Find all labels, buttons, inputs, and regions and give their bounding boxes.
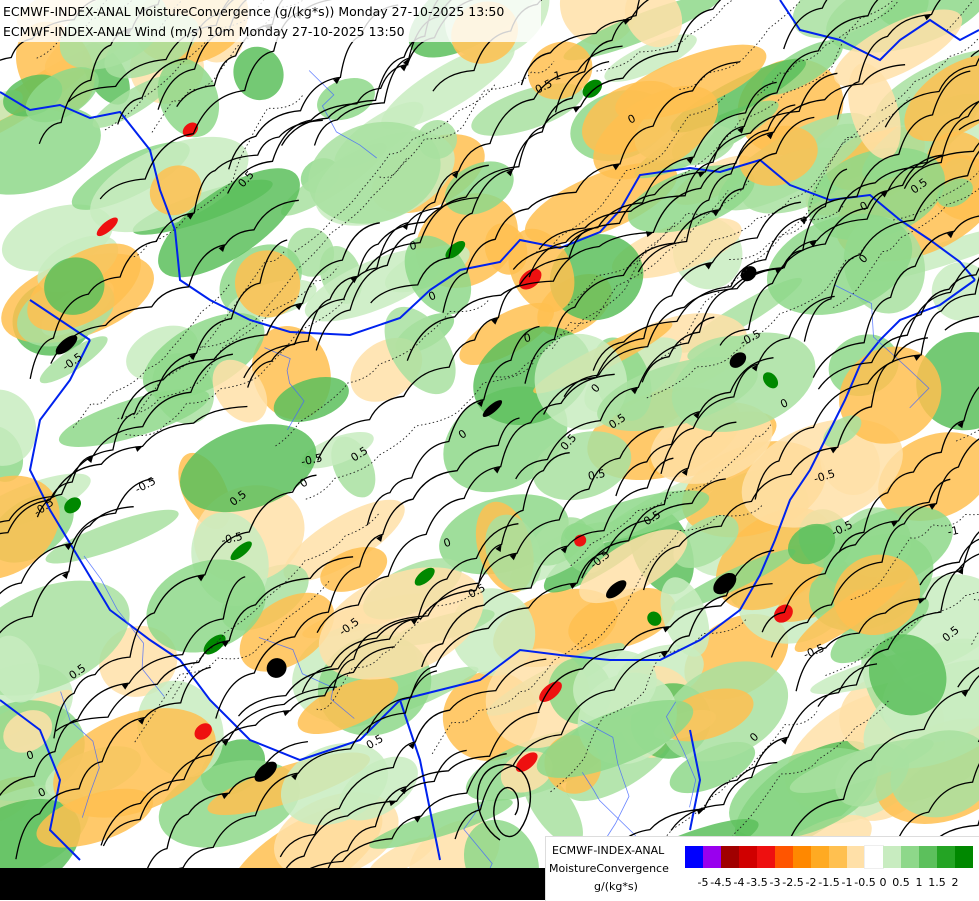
legend-tick-label: -5 (698, 876, 709, 889)
legend-swatch (685, 846, 703, 868)
field-patch (0, 378, 48, 478)
moisture-convergence-map: 00.5-0.51-10.50-0.500.5-0.500.50-0.50.50… (0, 0, 979, 900)
legend-tick-label: -3 (770, 876, 781, 889)
legend-swatch (883, 846, 901, 868)
legend-tick-label: -4.5 (710, 876, 731, 889)
legend-swatch (775, 846, 793, 868)
legend-swatch (847, 846, 865, 868)
legend-swatch (901, 846, 919, 868)
legend-tick-label: 0.5 (892, 876, 910, 889)
legend-tick-label: 1.5 (928, 876, 946, 889)
legend-swatch (955, 846, 973, 868)
legend-swatch (703, 846, 721, 868)
legend-tick-label: -1.5 (818, 876, 839, 889)
contour-label: 0 (297, 476, 310, 491)
legend-tick-label: -2 (806, 876, 817, 889)
legend-swatch (721, 846, 739, 868)
legend-unit-label: g/(kg*s) (594, 880, 638, 893)
wind-arrowhead (283, 708, 292, 716)
legend-swatch (865, 846, 883, 868)
legend-swatch (811, 846, 829, 868)
color-legend: ECMWF-INDEX-ANAL MoistureConvergence g/(… (545, 836, 979, 901)
moisture-convergence-title: ECMWF-INDEX-ANAL MoistureConvergence (g/… (3, 4, 504, 19)
wind-arrowhead (62, 570, 71, 579)
legend-model-label: ECMWF-INDEX-ANAL (552, 844, 664, 857)
legend-swatch (739, 846, 757, 868)
legend-tick-label: 2 (952, 876, 959, 889)
contour-label: -0.5 (133, 474, 158, 495)
legend-swatch (757, 846, 775, 868)
wind-title: ECMWF-INDEX-ANAL Wind (m/s) 10m Monday 2… (3, 24, 405, 39)
legend-swatch (937, 846, 955, 868)
legend-tick-label: 0 (880, 876, 887, 889)
contour-label: -1 (946, 524, 959, 539)
legend-tick-label: -0.5 (854, 876, 875, 889)
map-title-box: ECMWF-INDEX-ANAL MoistureConvergence (g/… (0, 0, 541, 42)
legend-tick-label: -1 (842, 876, 853, 889)
legend-tick-label: 1 (916, 876, 923, 889)
legend-variable-label: MoistureConvergence (549, 862, 669, 875)
wind-arrowhead (135, 444, 144, 452)
legend-swatch (829, 846, 847, 868)
legend-tick-label: -3.5 (746, 876, 767, 889)
legend-swatch (919, 846, 937, 868)
legend-tick-label: -4 (734, 876, 745, 889)
legend-tick-label: -2.5 (782, 876, 803, 889)
legend-swatch (793, 846, 811, 868)
